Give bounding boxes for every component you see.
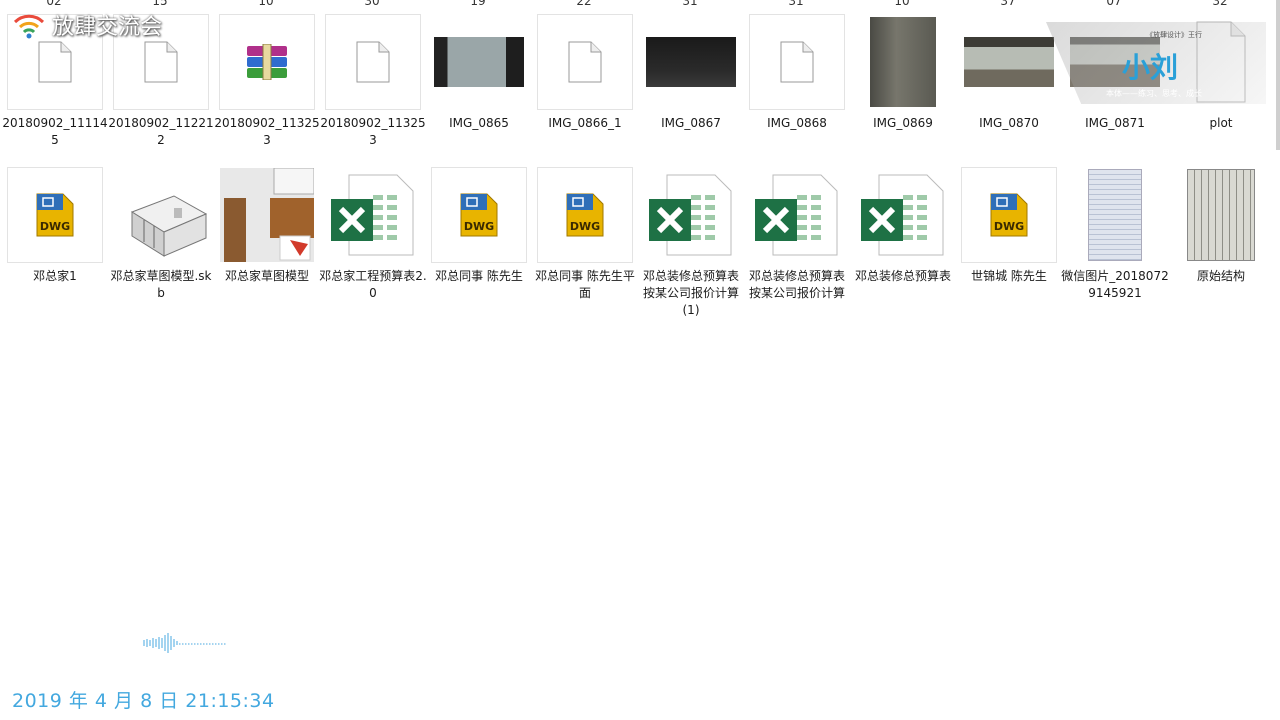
photo-thumbnail xyxy=(855,14,951,110)
prev-label: 31 xyxy=(788,0,804,8)
prev-label: 07 xyxy=(1106,0,1122,8)
wifi-logo-icon xyxy=(13,14,45,39)
audio-waveform-icon xyxy=(143,633,226,653)
file-name: IMG_0869 xyxy=(873,116,933,130)
photo-thumbnail xyxy=(643,14,739,110)
prev-label: 10 xyxy=(258,0,274,8)
file-name: 原始结构 xyxy=(1196,269,1245,283)
dwg-label: DWG xyxy=(40,220,70,233)
file-name: plot xyxy=(1209,116,1233,130)
prev-label: 22 xyxy=(576,0,592,8)
photo-thumbnail xyxy=(431,14,527,110)
file-name: 邓总家草图模型.skb xyxy=(110,269,212,300)
file-name: 邓总家1 xyxy=(33,269,77,283)
file-name: 微信图片_20180729145921 xyxy=(1061,269,1169,300)
brand-watermark: 《放肆设计》王行 小刘 本体——练习、思考、成长 xyxy=(1046,22,1266,104)
sketchup-model-thumbnail xyxy=(219,167,315,263)
dwg-file-icon: DWG xyxy=(537,167,633,263)
prev-label: 02 xyxy=(46,0,62,8)
brand-slogan: 本体——练习、思考、成长 xyxy=(1106,89,1202,98)
prev-label: 15 xyxy=(152,0,168,8)
prev-label: 31 xyxy=(682,0,698,8)
previous-row-labels: 02 15 10 30 19 22 31 31 10 37 07 32 xyxy=(0,0,1280,8)
dwg-file-icon: DWG xyxy=(431,167,527,263)
excel-file-icon xyxy=(855,167,951,263)
file-name: IMG_0871 xyxy=(1085,116,1145,130)
dwg-label: DWG xyxy=(994,220,1024,233)
prev-label: 30 xyxy=(364,0,380,8)
excel-file-icon xyxy=(643,167,739,263)
file-name: 邓总同事 陈先生 xyxy=(435,269,523,283)
brand-name: 小刘 xyxy=(1122,51,1179,84)
file-name: 20180902_111145 xyxy=(2,116,108,147)
winrar-archive-icon xyxy=(219,14,315,110)
blank-file-icon xyxy=(749,14,845,110)
prev-label: 10 xyxy=(894,0,910,8)
blank-file-icon xyxy=(325,14,421,110)
prev-label: 19 xyxy=(470,0,486,8)
file-name: 20180902_113253 xyxy=(214,116,320,147)
prev-label: 37 xyxy=(1000,0,1016,8)
excel-file-icon xyxy=(749,167,845,263)
file-name: IMG_0868 xyxy=(767,116,827,130)
file-name: 邓总家工程预算表2.0 xyxy=(319,269,427,300)
floorplan-thumbnail xyxy=(1173,167,1269,263)
channel-logo-watermark: 放肆交流会 xyxy=(12,8,162,42)
file-name: 邓总装修总预算表 按某公司报价计算 xyxy=(748,269,845,300)
blank-file-icon xyxy=(537,14,633,110)
file-name: IMG_0867 xyxy=(661,116,721,130)
dwg-file-icon: DWG xyxy=(961,167,1057,263)
brand-tagline: 《放肆设计》王行 xyxy=(1146,31,1202,39)
file-name: 邓总装修总预算表 xyxy=(854,269,951,283)
3d-model-thumbnail xyxy=(113,167,209,263)
dwg-label: DWG xyxy=(570,220,600,233)
file-name: 20180902_112212 xyxy=(108,116,214,147)
recording-timestamp: 2019 年 4 月 8 日 21:15:34 xyxy=(12,690,275,712)
file-name: 世锦城 陈先生 xyxy=(971,269,1047,283)
file-name: IMG_0865 xyxy=(449,116,509,130)
dwg-file-icon: DWG xyxy=(7,167,103,263)
file-name: 20180902_113253 xyxy=(320,116,426,147)
dwg-label: DWG xyxy=(464,220,494,233)
prev-label: 32 xyxy=(1212,0,1228,8)
file-name: IMG_0870 xyxy=(979,116,1039,130)
file-name: 邓总家草图模型 xyxy=(224,269,309,283)
logo-text: 放肆交流会 xyxy=(52,15,163,40)
excel-file-icon xyxy=(325,167,421,263)
file-name: 邓总装修总预算表 按某公司报价计算(1) xyxy=(642,269,739,317)
file-name: 邓总同事 陈先生平面 xyxy=(535,269,635,300)
file-name: IMG_0866_1 xyxy=(548,116,622,130)
scan-thumbnail xyxy=(1067,167,1163,263)
vertical-scrollbar[interactable] xyxy=(1276,0,1280,150)
photo-thumbnail xyxy=(961,14,1057,110)
